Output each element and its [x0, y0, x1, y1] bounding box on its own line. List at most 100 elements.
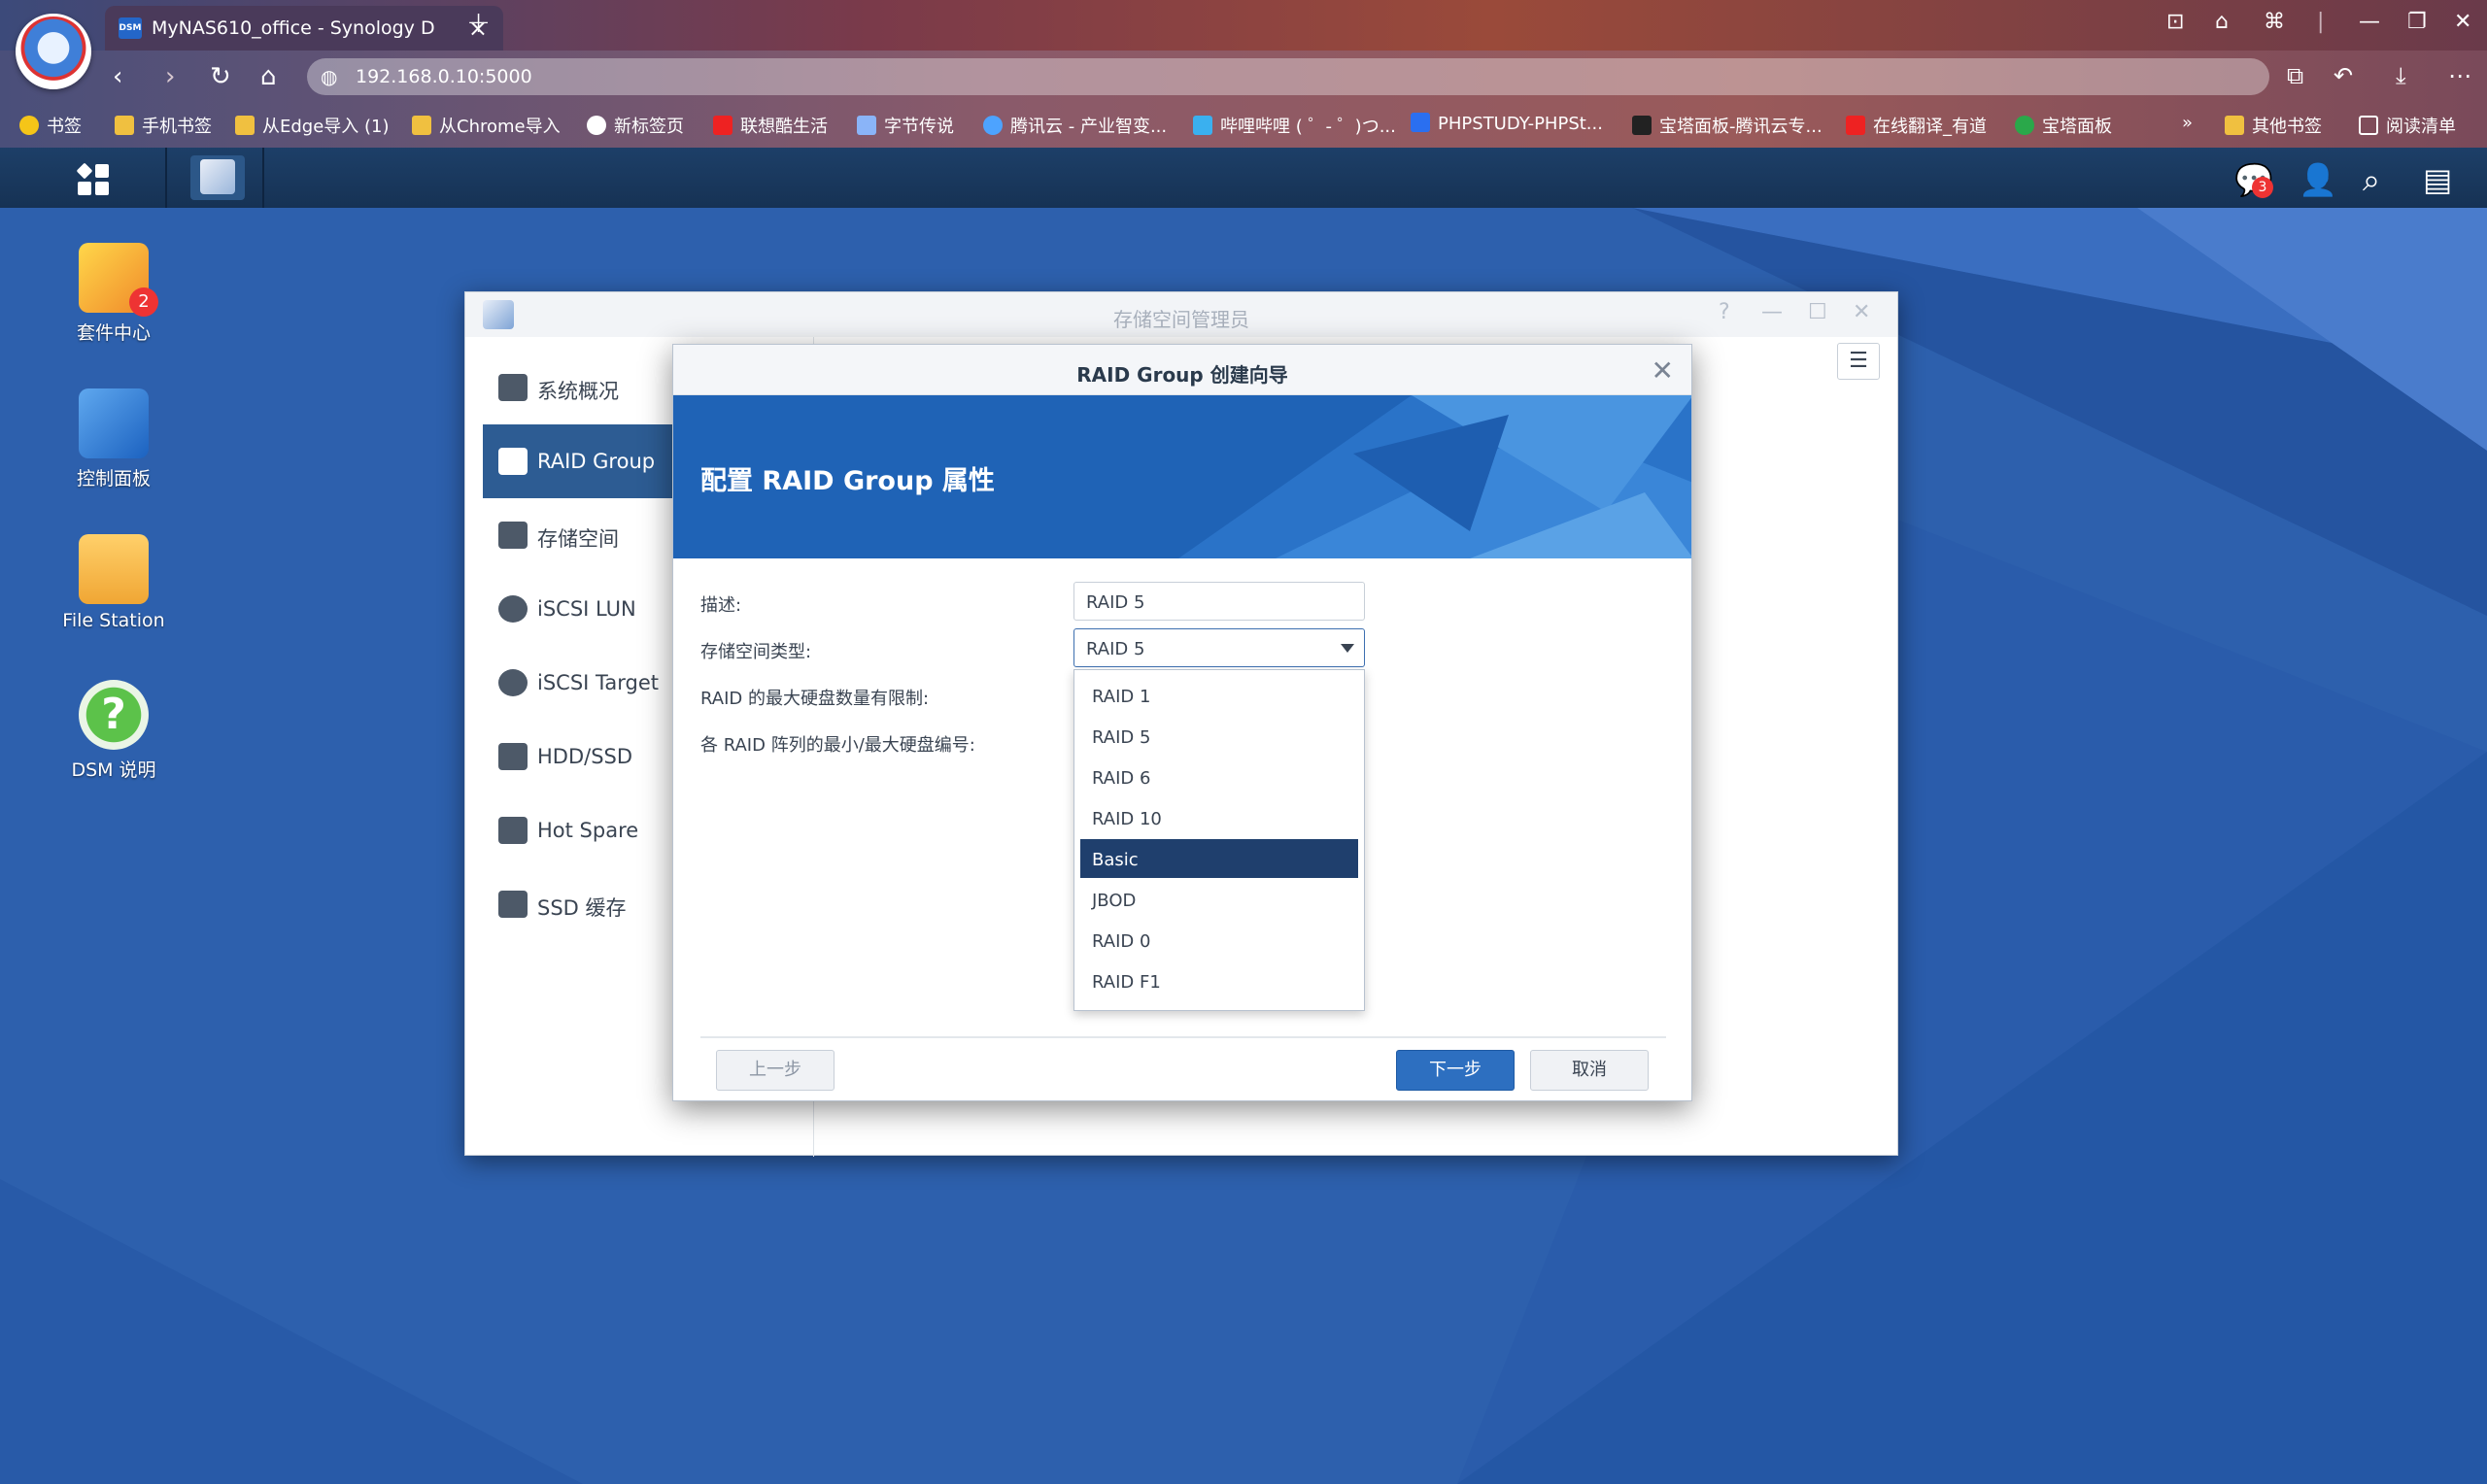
back-icon[interactable]: ‹ [113, 62, 122, 91]
profile-avatar[interactable] [16, 14, 91, 89]
desktop-icon-label: 套件中心 [76, 322, 151, 344]
max-disk-label: RAID 的最大硬盘数量有限制: [700, 689, 930, 709]
more-bookmarks-button[interactable]: » [2182, 113, 2193, 136]
browser-icon [587, 116, 606, 135]
help-question-icon: ? [79, 680, 149, 750]
bookmark-item[interactable]: 宝塔面板 [2015, 113, 2112, 137]
window-header: 存储空间管理员 ? — ☐ ✕ [465, 292, 1897, 337]
control-panel-icon [79, 388, 149, 458]
volume-type-value: RAID 5 [1086, 639, 1145, 659]
user-icon[interactable]: 👤 [2299, 161, 2337, 198]
gamepad-icon[interactable]: ⌂ [2215, 10, 2229, 34]
notification-badge: 3 [2252, 177, 2273, 198]
help-icon[interactable]: ? [1719, 300, 1730, 324]
back-button[interactable]: 上一步 [716, 1050, 835, 1091]
lun-icon [498, 595, 528, 623]
desktop-icon-package-center[interactable]: 2 套件中心 [41, 243, 187, 345]
reader-mode-icon[interactable]: ⊡ [2166, 10, 2184, 34]
folder-icon [115, 116, 134, 135]
window-title: 存储空间管理员 [1113, 308, 1249, 331]
bookmark-item[interactable]: 哔哩哔哩 ( ゜- ゜)つ... [1193, 113, 1396, 137]
chevron-down-icon [1341, 644, 1354, 653]
storage-manager-taskbar-icon[interactable] [190, 155, 245, 200]
bookmark-item[interactable]: 书签 [19, 113, 82, 137]
target-icon [498, 669, 528, 696]
globe-icon: ◍ [321, 65, 338, 88]
wizard-header: RAID Group 创建向导 ✕ [673, 345, 1691, 395]
desktop-icon-label: 控制面板 [76, 468, 151, 489]
undo-icon[interactable]: ↶ [2334, 62, 2353, 89]
banner-title: 配置 RAID Group 属性 [700, 466, 995, 496]
shirt-icon[interactable]: ⌘ [2264, 10, 2285, 34]
restore-button[interactable]: ❐ [2407, 10, 2427, 34]
bookmark-item[interactable]: 字节传说 [857, 113, 954, 137]
tab-title: MyNAS610_office - Synology D [152, 17, 435, 39]
reading-list[interactable]: 阅读清单 [2359, 113, 2456, 137]
url-field[interactable]: ◍ 192.168.0.10:5000 [307, 58, 2269, 95]
minimize-button[interactable]: — [2359, 10, 2380, 34]
new-tab-button[interactable]: + [466, 6, 491, 40]
dsm-favicon-icon: DSM [119, 17, 142, 39]
close-icon[interactable]: ✕ [1853, 300, 1870, 324]
bookmark-item[interactable]: 从Chrome导入 [412, 113, 561, 137]
option-basic[interactable]: Basic [1080, 839, 1358, 878]
option-raid-10[interactable]: RAID 10 [1080, 798, 1358, 837]
bilibili-icon [1193, 116, 1212, 135]
desktop-icon-label: File Station [62, 610, 165, 631]
disk-icon [498, 743, 528, 770]
desktop-icon-control-panel[interactable]: 控制面板 [41, 388, 187, 490]
main-menu-icon[interactable] [76, 162, 109, 195]
byte-icon [857, 116, 876, 135]
reload-icon[interactable]: ↻ [210, 62, 231, 91]
bookmark-item[interactable]: 新标签页 [587, 113, 684, 137]
maximize-icon[interactable]: ☐ [1808, 300, 1827, 324]
taskbar-divider [165, 148, 167, 208]
bookmarks-bar: 书签 手机书签 从Edge导入 (1) 从Chrome导入 新标签页 联想酷生活… [0, 101, 2487, 148]
bookmark-item[interactable]: 从Edge导入 (1) [235, 113, 390, 137]
option-raid-0[interactable]: RAID 0 [1080, 921, 1358, 960]
bookmark-item[interactable]: 在线翻译_有道 [1846, 113, 1987, 137]
download-icon[interactable]: ⤓ [2396, 62, 2406, 89]
home-icon[interactable]: ⌂ [260, 62, 277, 91]
cloud-icon [983, 116, 1003, 135]
description-field[interactable]: RAID 5 [1073, 582, 1365, 621]
option-raid-6[interactable]: RAID 6 [1080, 758, 1358, 796]
menu-icon[interactable]: ⋯ [2448, 62, 2471, 89]
bookmark-item[interactable]: 手机书签 [115, 113, 212, 137]
lenovo-icon [713, 116, 732, 135]
ssd-cache-icon [498, 891, 528, 918]
close-window-button[interactable]: ✕ [2454, 10, 2471, 34]
widgets-icon[interactable]: ▤ [2423, 161, 2452, 198]
phpstudy-icon [1411, 113, 1430, 132]
description-value: RAID 5 [1086, 592, 1145, 613]
option-raid-5[interactable]: RAID 5 [1080, 717, 1358, 756]
forward-icon[interactable]: › [165, 62, 175, 91]
desktop-icon-dsm-help[interactable]: ? DSM 说明 [41, 680, 187, 782]
other-bookmarks[interactable]: 其他书签 [2225, 113, 2322, 137]
folder-icon [235, 116, 255, 135]
bookmark-item[interactable]: 腾讯云 - 产业智变... [983, 113, 1167, 137]
close-icon[interactable]: ✕ [1652, 354, 1674, 387]
package-center-icon: 2 [79, 243, 158, 317]
next-button[interactable]: 下一步 [1396, 1050, 1515, 1091]
file-station-icon [79, 534, 149, 604]
option-raid-f1[interactable]: RAID F1 [1080, 961, 1358, 1000]
extensions-icon[interactable]: ⧉ [2287, 62, 2303, 89]
wizard-title: RAID Group 创建向导 [1076, 363, 1288, 387]
option-raid-1[interactable]: RAID 1 [1080, 676, 1358, 715]
bookmark-item[interactable]: 联想酷生活 [713, 113, 828, 137]
browser-tab[interactable]: DSM MyNAS610_office - Synology D × [105, 6, 503, 51]
address-bar-row: ‹ › ↻ ⌂ ◍ 192.168.0.10:5000 ⧉ ↶ ⤓ ⋯ [0, 51, 2487, 101]
sort-icon[interactable]: ☰ [1837, 343, 1880, 380]
bookmark-item[interactable]: PHPSTUDY-PHPSt... [1411, 113, 1603, 136]
folder-icon [2225, 116, 2244, 135]
bookmark-item[interactable]: 宝塔面板-腾讯云专... [1632, 113, 1823, 137]
package-badge: 2 [129, 287, 158, 317]
search-icon[interactable]: ⌕ [2363, 161, 2380, 199]
volume-type-dropdown: RAID 1 RAID 5 RAID 6 RAID 10 Basic JBOD … [1073, 669, 1365, 1011]
minimize-icon[interactable]: — [1761, 300, 1783, 324]
volume-type-select[interactable]: RAID 5 [1073, 628, 1365, 667]
option-jbod[interactable]: JBOD [1080, 880, 1358, 919]
cancel-button[interactable]: 取消 [1530, 1050, 1649, 1091]
desktop-icon-file-station[interactable]: File Station [41, 534, 187, 631]
